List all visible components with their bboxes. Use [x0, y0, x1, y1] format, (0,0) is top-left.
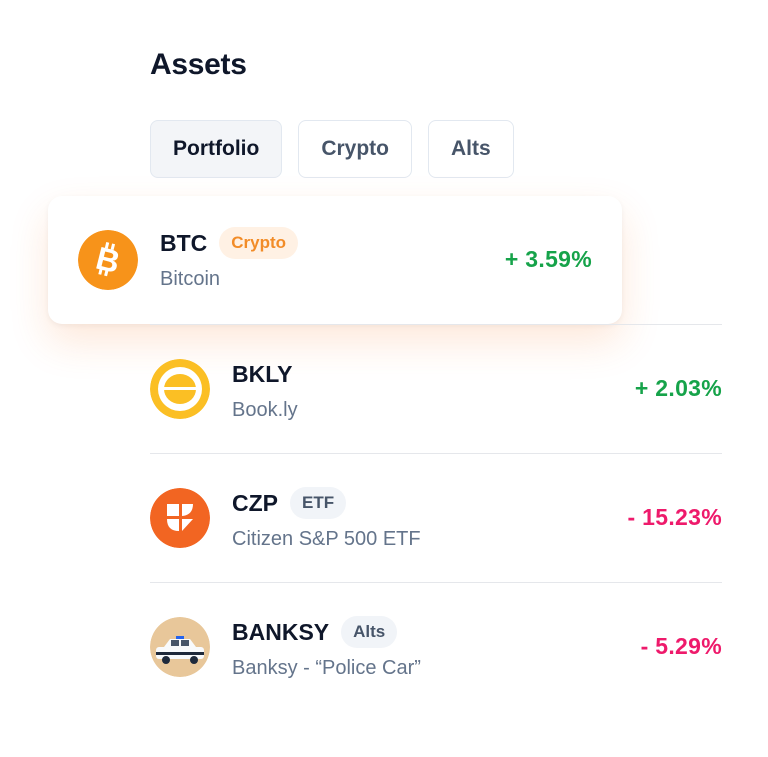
- asset-info: BTC Crypto Bitcoin: [160, 226, 299, 291]
- asset-row-czp[interactable]: CZP ETF Citizen S&P 500 ETF - 15.23%: [150, 453, 722, 583]
- asset-row-bkly[interactable]: BKLY Book.ly + 2.03%: [150, 324, 722, 454]
- asset-ticker: BKLY: [232, 360, 293, 387]
- asset-info: CZP ETF Citizen S&P 500 ETF: [232, 486, 421, 551]
- asset-ticker: BANKSY: [232, 618, 330, 645]
- asset-change: - 15.23%: [627, 504, 722, 530]
- tab-portfolio[interactable]: Portfolio: [150, 120, 283, 178]
- asset-change: + 3.59%: [504, 246, 592, 272]
- tab-alts[interactable]: Alts: [428, 120, 514, 178]
- bitcoin-icon: B: [78, 230, 138, 290]
- assets-panel: Assets Portfolio Crypto Alts B BTC Crypt…: [0, 0, 768, 757]
- asset-info: BANKSY Alts Banksy - “Police Car”: [232, 615, 421, 680]
- asset-category-badge: ETF: [290, 487, 347, 519]
- asset-name: Book.ly: [232, 399, 298, 421]
- asset-ticker: CZP: [232, 489, 278, 516]
- tab-crypto[interactable]: Crypto: [298, 120, 412, 178]
- asset-change: + 2.03%: [634, 375, 722, 401]
- asset-tabs: Portfolio Crypto Alts: [150, 120, 514, 178]
- asset-ticker: BTC: [160, 229, 208, 256]
- asset-category-badge: Alts: [341, 616, 398, 648]
- citizen-logo: [150, 488, 210, 548]
- asset-info: BKLY Book.ly: [232, 357, 298, 422]
- asset-row-btc[interactable]: B BTC Crypto Bitcoin + 3.59%: [48, 196, 622, 324]
- asset-change: - 5.29%: [640, 633, 722, 659]
- asset-name: Banksy - “Police Car”: [232, 657, 421, 679]
- police-car-artwork: [150, 617, 210, 677]
- asset-category-badge: Crypto: [219, 227, 299, 259]
- asset-name: Citizen S&P 500 ETF: [232, 528, 421, 550]
- page-title: Assets: [150, 48, 247, 81]
- asset-name: Bitcoin: [160, 268, 221, 290]
- bookly-logo: [150, 359, 210, 419]
- asset-row-banksy[interactable]: BANKSY Alts Banksy - “Police Car” - 5.29…: [150, 582, 722, 712]
